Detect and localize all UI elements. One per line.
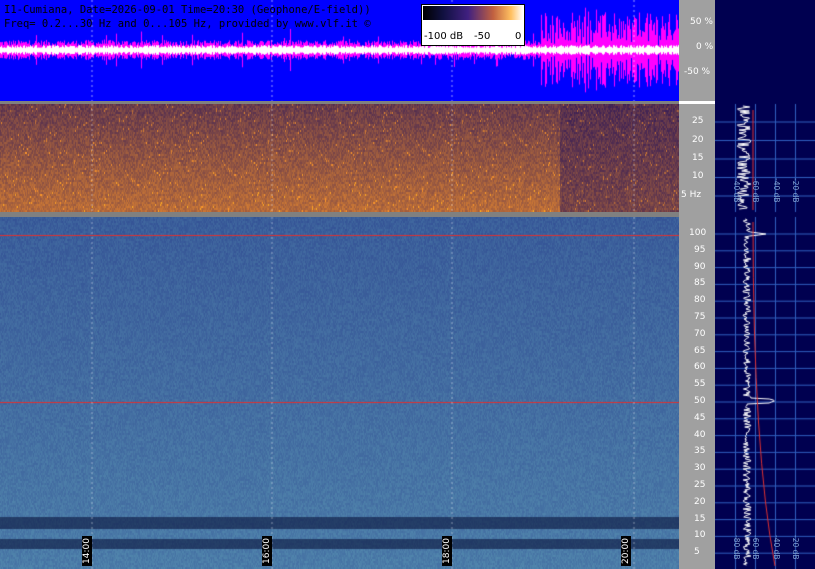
colorbar-gradient: [423, 6, 523, 20]
low-freq-tick: 25: [692, 116, 704, 126]
high-freq-tick: 10: [694, 530, 706, 541]
colorbar-label-min: -100 dB: [424, 31, 464, 42]
header-line-1: I1-Cumiana, Date=2026-09-01 Time=20:30 (…: [4, 4, 371, 16]
high-freq-tick: 50: [694, 396, 706, 406]
high-freq-spectrogram: [0, 217, 679, 569]
spectrum-plot: [715, 0, 815, 569]
spectrum-top-label: -20 dB: [791, 178, 800, 203]
time-label-1800: 18:00: [442, 536, 452, 566]
high-freq-tick: 70: [694, 328, 706, 339]
time-label-1400: 14:00: [82, 536, 92, 566]
vlf-monitor-display: I1-Cumiana, Date=2026-09-01 Time=20:30 (…: [0, 0, 815, 569]
high-freq-tick: 75: [694, 312, 706, 322]
colorbar-panel: -100 dB -50 0: [421, 4, 525, 46]
high-freq-tick: 95: [694, 244, 706, 255]
low-freq-spectrogram: [0, 104, 679, 212]
time-label-2000: 20:00: [621, 536, 631, 566]
colorbar-label-max: 0: [515, 31, 522, 42]
high-freq-tick: 65: [694, 345, 706, 356]
high-freq-tick: 35: [694, 446, 706, 457]
high-freq-tick: 25: [694, 480, 706, 490]
low-freq-tick: 10: [692, 171, 704, 181]
high-freq-tick: 100: [689, 228, 707, 238]
low-freq-tick: 20: [692, 135, 704, 145]
spectrum-bottom-label: -60 dB: [751, 535, 760, 560]
spectrum-bottom-label: -20 dB: [791, 535, 800, 560]
high-freq-tick: 20: [694, 496, 706, 507]
axis-gap: [679, 101, 715, 104]
header-line-2: Freq= 0.2...30 Hz and 0...105 Hz, provid…: [4, 18, 371, 30]
high-freq-tick: 80: [694, 295, 706, 306]
high-freq-tick: 40: [694, 429, 706, 440]
colorbar-label-mid: -50: [474, 31, 491, 42]
high-freq-tick: 85: [694, 278, 706, 289]
high-freq-tick: 60: [694, 362, 706, 373]
spectrum-bottom-label: -80 dB: [732, 535, 741, 560]
low-freq-tick: 5 Hz: [681, 190, 702, 200]
wave-tick-minus50: -50 %: [684, 67, 711, 77]
high-freq-tick: 5: [694, 547, 700, 558]
high-freq-tick: 15: [694, 513, 706, 524]
spectrum-top-label: -60 dB: [751, 178, 760, 203]
spectrum-top-label: -40 dB: [732, 178, 741, 203]
wave-tick-50: 50 %: [690, 17, 713, 27]
high-freq-tick: 45: [694, 412, 706, 423]
wave-tick-0: 0 %: [696, 42, 714, 52]
spectrum-bottom-label: -40 dB: [772, 535, 781, 560]
high-freq-tick: 90: [694, 261, 706, 272]
high-freq-tick: 55: [694, 379, 706, 390]
low-freq-tick: 15: [692, 153, 704, 163]
high-freq-tick: 30: [694, 463, 706, 474]
spectrum-top-label: -40 dB: [772, 178, 781, 203]
time-label-1600: 16:00: [262, 536, 272, 566]
